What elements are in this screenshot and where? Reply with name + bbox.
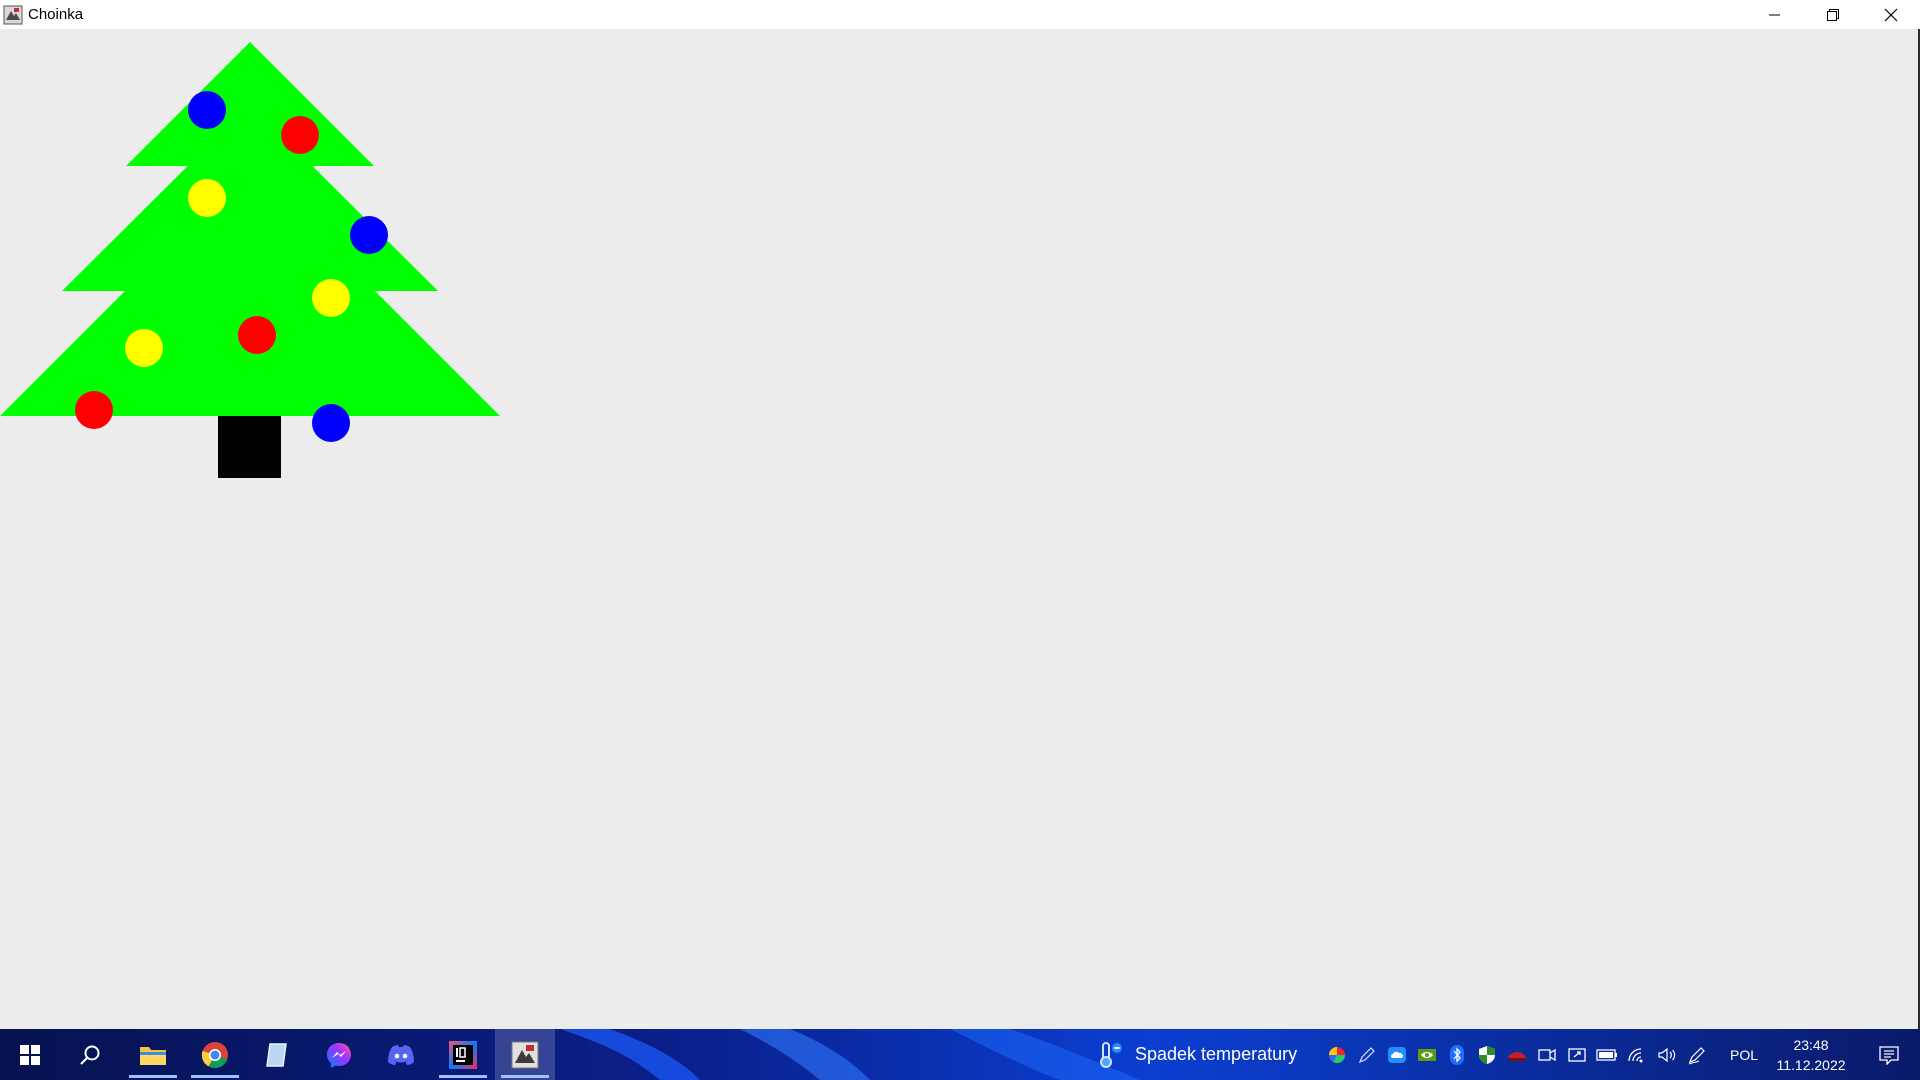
notification-icon xyxy=(1879,1045,1899,1065)
search-button[interactable] xyxy=(60,1029,120,1080)
thermometer-icon xyxy=(1100,1041,1122,1068)
volume-icon[interactable] xyxy=(1652,1029,1682,1080)
taskbar-app-java[interactable] xyxy=(495,1029,555,1080)
clock-date: 11.12.2022 xyxy=(1776,1056,1846,1073)
ornament-red xyxy=(238,316,276,354)
battery-icon[interactable] xyxy=(1592,1029,1622,1080)
discord-icon xyxy=(388,1044,414,1065)
taskbar-app-notes[interactable] xyxy=(247,1029,307,1080)
tray-nvidia-icon[interactable] xyxy=(1412,1029,1442,1080)
taskbar-app-chrome[interactable] xyxy=(185,1029,245,1080)
intellij-icon xyxy=(449,1040,477,1069)
tray-color-wheel-icon[interactable] xyxy=(1322,1029,1352,1080)
clock-time: 23:48 xyxy=(1793,1036,1829,1053)
ornament-yellow xyxy=(188,179,226,217)
ornament-red xyxy=(75,391,113,429)
bluetooth-icon[interactable] xyxy=(1442,1029,1472,1080)
ornament-blue xyxy=(312,404,350,442)
weather-label: Spadek temperatury xyxy=(1135,1044,1298,1064)
taskbar-app-intellij[interactable] xyxy=(433,1029,493,1080)
tray-window-icon[interactable] xyxy=(1562,1029,1592,1080)
ornament-blue xyxy=(350,216,388,254)
christmas-tree-drawing xyxy=(0,42,500,478)
java-app-icon xyxy=(3,5,23,24)
ornament-red xyxy=(281,116,319,154)
windows-logo-icon xyxy=(20,1044,40,1065)
system-tray xyxy=(1322,1029,1712,1080)
language-indicator[interactable]: POL xyxy=(1730,1029,1758,1080)
taskbar-app-discord[interactable] xyxy=(371,1029,431,1080)
search-icon xyxy=(80,1045,100,1065)
close-button[interactable] xyxy=(1862,0,1920,29)
weather-widget[interactable]: Spadek temperatury xyxy=(1095,1029,1297,1080)
title-bar: Choinka xyxy=(0,0,1920,29)
start-button[interactable] xyxy=(0,1029,60,1080)
ornament-yellow xyxy=(125,329,163,367)
ornament-blue xyxy=(188,91,226,129)
minimize-button[interactable] xyxy=(1746,0,1804,29)
close-icon xyxy=(1884,8,1898,21)
minimize-icon xyxy=(1769,14,1780,15)
taskbar-app-file-explorer[interactable] xyxy=(123,1029,183,1080)
chrome-icon xyxy=(201,1041,228,1068)
meet-now-icon[interactable] xyxy=(1532,1029,1562,1080)
java-app-icon xyxy=(511,1041,539,1068)
taskbar-clock[interactable]: 23:48 11.12.2022 xyxy=(1772,1029,1850,1080)
folder-icon xyxy=(140,1046,166,1065)
tray-red-app-icon[interactable] xyxy=(1502,1029,1532,1080)
messenger-icon xyxy=(327,1042,351,1068)
taskbar: Spadek temperatury POL 23:48 11.12.2022 xyxy=(0,1029,1920,1080)
pen-workspace-icon[interactable] xyxy=(1682,1029,1712,1080)
notes-icon xyxy=(266,1042,287,1067)
taskbar-app-messenger[interactable] xyxy=(309,1029,369,1080)
tree-trunk xyxy=(218,416,281,478)
window-title: Choinka xyxy=(28,6,84,23)
drawing-canvas xyxy=(0,29,1920,1029)
tray-pen-icon[interactable] xyxy=(1352,1029,1382,1080)
notification-center-button[interactable] xyxy=(1864,1029,1914,1080)
restore-button[interactable] xyxy=(1804,0,1862,29)
security-shield-icon[interactable] xyxy=(1472,1029,1502,1080)
restore-icon xyxy=(1827,8,1839,21)
wifi-icon[interactable] xyxy=(1622,1029,1652,1080)
ornament-yellow xyxy=(312,279,350,317)
tray-cloud-icon[interactable] xyxy=(1382,1029,1412,1080)
